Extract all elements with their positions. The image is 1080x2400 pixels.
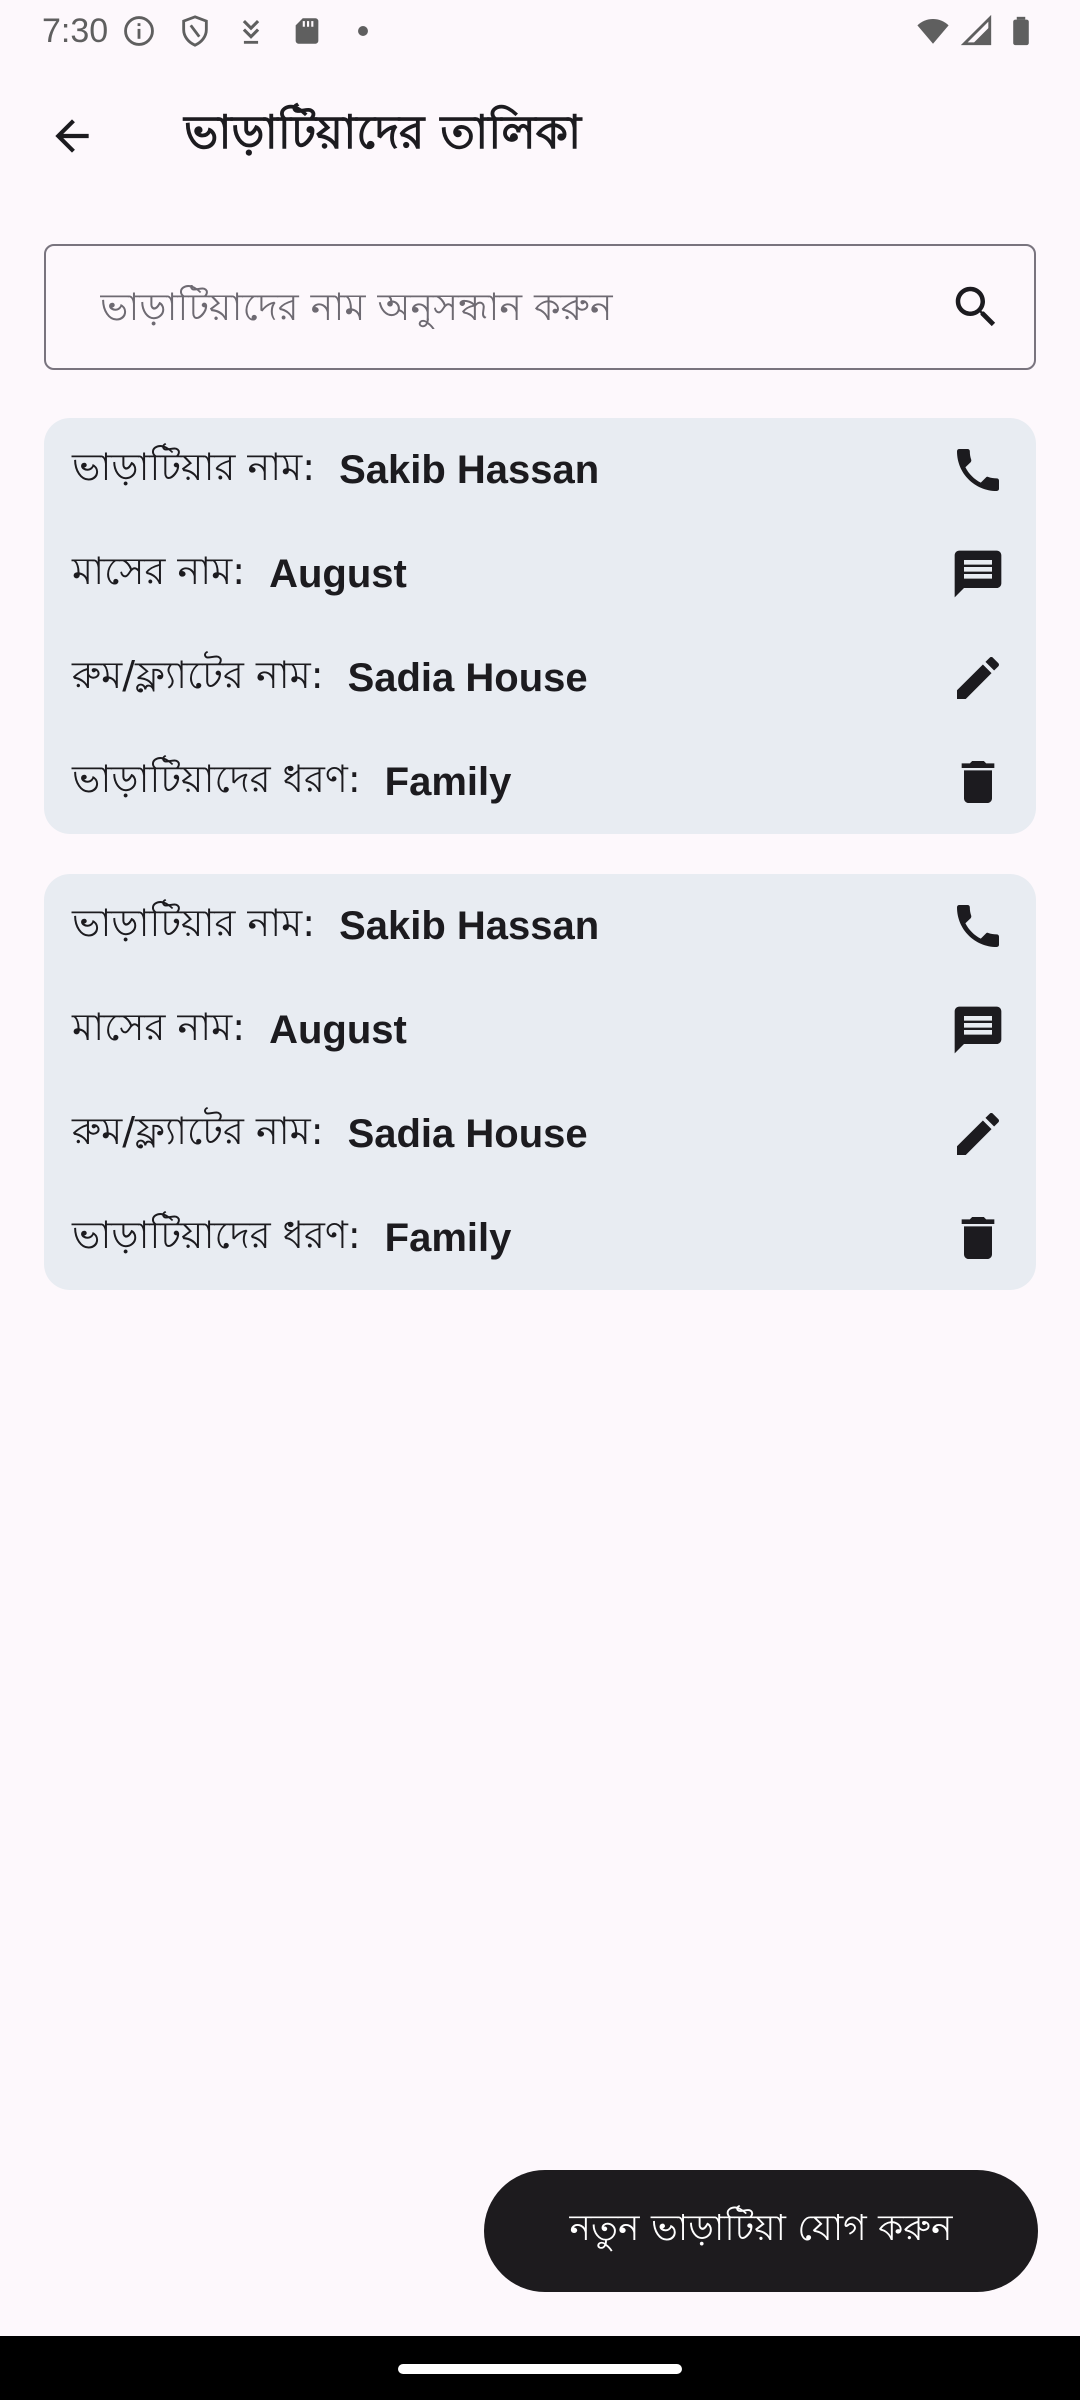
tenant-name-row: ভাড়াটিয়ার নাম: Sakib Hassan — [72, 874, 1018, 978]
room-value: Sadia House — [347, 1111, 588, 1156]
home-gesture-handle[interactable] — [398, 2364, 682, 2374]
search-input[interactable] — [100, 285, 948, 329]
page-title: ভাড়াটিয়াদের তালিকা — [184, 105, 582, 159]
room-label: রুম/ফ্ল্যাটের নাম: — [72, 1109, 324, 1153]
edit-button[interactable] — [938, 638, 1018, 718]
delete-button[interactable] — [938, 1198, 1018, 1278]
message-icon — [954, 550, 1002, 598]
tenant-type-row: ভাড়াটিয়াদের ধরণ: Family — [72, 1186, 1018, 1290]
delete-button[interactable] — [938, 742, 1018, 822]
back-button[interactable] — [22, 86, 122, 186]
tenant-type-label: ভাড়াটিয়াদের ধরণ: — [72, 757, 361, 801]
tenant-card: ভাড়াটিয়ার নাম: Sakib Hassan মাসের নাম:… — [44, 418, 1036, 834]
room-row: রুম/ফ্ল্যাটের নাম: Sadia House — [72, 626, 1018, 730]
battery-icon — [1004, 14, 1038, 48]
room-value: Sadia House — [347, 655, 588, 700]
status-icons-left — [122, 14, 380, 48]
dot-icon — [346, 14, 380, 48]
message-button[interactable] — [938, 534, 1018, 614]
tenant-type-value: Family — [384, 1215, 512, 1260]
tenant-name-row: ভাড়াটিয়ার নাম: Sakib Hassan — [72, 418, 1018, 522]
room-label: রুম/ফ্ল্যাটের নাম: — [72, 653, 324, 697]
tenant-name-value: Sakib Hassan — [339, 447, 600, 492]
edit-icon — [957, 1113, 999, 1155]
add-tenant-button[interactable]: নতুন ভাড়াটিয়া যোগ করুন — [484, 2170, 1038, 2292]
message-button[interactable] — [938, 990, 1018, 1070]
message-icon — [954, 1006, 1002, 1054]
month-label: মাসের নাম: — [72, 549, 246, 593]
tenant-card: ভাড়াটিয়ার নাম: Sakib Hassan মাসের নাম:… — [44, 874, 1036, 1290]
sd-card-icon — [290, 14, 324, 48]
tenant-name-value: Sakib Hassan — [339, 903, 600, 948]
arrow-back-icon — [55, 119, 89, 153]
navigation-bar — [0, 2336, 1080, 2400]
month-label: মাসের নাম: — [72, 1005, 246, 1049]
info-icon — [122, 14, 156, 48]
tenant-type-label: ভাড়াটিয়াদের ধরণ: — [72, 1213, 361, 1257]
month-value: August — [269, 551, 407, 596]
status-bar: 7:30 — [0, 0, 1080, 62]
month-row: মাসের নাম: August — [72, 978, 1018, 1082]
signal-icon — [960, 14, 994, 48]
tenant-name-label: ভাড়াটিয়ার নাম: — [72, 445, 316, 489]
edit-icon — [957, 657, 999, 699]
status-time: 7:30 — [42, 11, 109, 50]
wifi-icon — [916, 14, 950, 48]
edit-button[interactable] — [938, 1094, 1018, 1174]
call-button[interactable] — [938, 430, 1018, 510]
search-box[interactable] — [44, 244, 1036, 370]
status-icons-right — [916, 14, 1038, 48]
tenant-name-label: ভাড়াটিয়ার নাম: — [72, 901, 316, 945]
phone-icon — [957, 449, 999, 491]
search-icon[interactable] — [948, 279, 1004, 335]
month-value: August — [269, 1007, 407, 1052]
tenant-type-row: ভাড়াটিয়াদের ধরণ: Family — [72, 730, 1018, 834]
download-icon — [234, 14, 268, 48]
call-button[interactable] — [938, 886, 1018, 966]
tenant-type-value: Family — [384, 759, 512, 804]
delete-icon — [961, 761, 995, 803]
room-row: রুম/ফ্ল্যাটের নাম: Sadia House — [72, 1082, 1018, 1186]
phone-icon — [957, 905, 999, 947]
app-bar: ভাড়াটিয়াদের তালিকা — [0, 76, 1080, 196]
month-row: মাসের নাম: August — [72, 522, 1018, 626]
shield-icon — [178, 14, 212, 48]
delete-icon — [961, 1217, 995, 1259]
